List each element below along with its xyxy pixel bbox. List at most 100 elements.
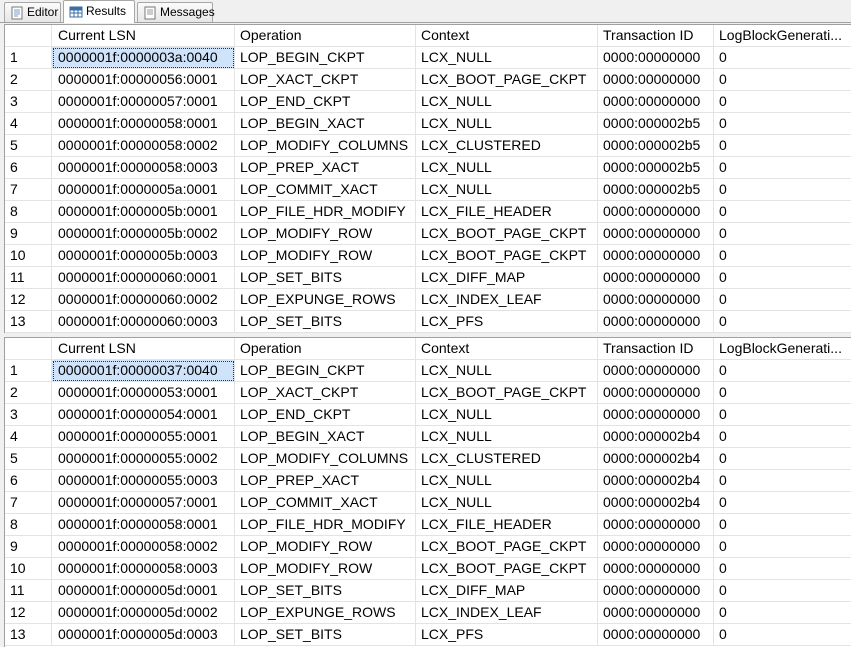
column-header[interactable]: Transaction ID (598, 25, 714, 47)
table-row[interactable]: 2 0000001f:00000056:0001 LOP_XACT_CKPT LCX_… (5, 69, 851, 91)
row-number[interactable]: 4 (5, 113, 52, 135)
table-row[interactable]: 12 0000001f:0000005d:0002 LOP_EXPUNGE_ROWS… (5, 602, 851, 624)
grid-cell[interactable]: LOP_COMMIT_XACT (235, 492, 416, 514)
grid-cell[interactable]: LOP_SET_BITS (235, 311, 416, 333)
grid-cell[interactable]: LCX_PFS (416, 624, 598, 646)
grid-cell[interactable]: 0 (714, 404, 851, 426)
grid-cell[interactable]: 0000001f:00000055:0002 (52, 448, 235, 470)
grid-cell[interactable]: 0000:00000000 (598, 223, 714, 245)
grid-cell[interactable]: LCX_NULL (416, 492, 598, 514)
grid-cell[interactable]: LOP_SET_BITS (235, 580, 416, 602)
row-number[interactable]: 5 (5, 448, 52, 470)
grid-cell[interactable]: 0 (714, 91, 851, 113)
grid-cell[interactable]: 0000001f:00000057:0001 (52, 492, 235, 514)
row-number[interactable]: 10 (5, 245, 52, 267)
grid-cell[interactable]: 0000:000002b5 (598, 179, 714, 201)
grid-cell[interactable]: 0000:00000000 (598, 360, 714, 382)
row-number[interactable]: 7 (5, 179, 52, 201)
grid-cell[interactable]: LCX_NULL (416, 404, 598, 426)
table-row[interactable]: 9 0000001f:0000005b:0002 LOP_MODIFY_ROW LCX… (5, 223, 851, 245)
grid-cell[interactable]: LOP_MODIFY_COLUMNS (235, 448, 416, 470)
grid-cell[interactable]: LOP_MODIFY_ROW (235, 245, 416, 267)
grid-cell[interactable]: LCX_BOOT_PAGE_CKPT (416, 223, 598, 245)
grid-cell[interactable]: 0000001f:00000058:0002 (52, 135, 235, 157)
table-row[interactable]: 4 0000001f:00000058:0001 LOP_BEGIN_XACT LCX… (5, 113, 851, 135)
grid-corner-cell[interactable] (5, 338, 52, 360)
grid-cell[interactable]: 0000001f:00000060:0001 (52, 267, 235, 289)
grid-cell[interactable]: 0 (714, 558, 851, 580)
grid-cell[interactable]: LCX_NULL (416, 360, 598, 382)
grid-cell[interactable]: LOP_EXPUNGE_ROWS (235, 602, 416, 624)
grid-cell[interactable]: 0 (714, 382, 851, 404)
grid-cell[interactable]: 0000001f:00000055:0003 (52, 470, 235, 492)
table-row[interactable]: 4 0000001f:00000055:0001 LOP_BEGIN_XACT LCX… (5, 426, 851, 448)
grid-cell[interactable]: 0000:00000000 (598, 289, 714, 311)
table-row[interactable]: 12 0000001f:00000060:0002 LOP_EXPUNGE_ROWS… (5, 289, 851, 311)
grid-cell[interactable]: 0 (714, 201, 851, 223)
grid-cell[interactable]: 0000001f:00000053:0001 (52, 382, 235, 404)
column-header[interactable]: Transaction ID (598, 338, 714, 360)
grid-cell[interactable]: 0000:00000000 (598, 311, 714, 333)
grid-cell[interactable]: LOP_XACT_CKPT (235, 69, 416, 91)
grid-cell[interactable]: 0 (714, 602, 851, 624)
grid-cell[interactable]: 0000:000002b5 (598, 157, 714, 179)
grid-cell[interactable]: LOP_SET_BITS (235, 624, 416, 646)
grid-cell[interactable]: LOP_MODIFY_COLUMNS (235, 135, 416, 157)
grid-cell[interactable]: 0 (714, 536, 851, 558)
grid-cell[interactable]: LCX_NULL (416, 47, 598, 69)
row-number[interactable]: 6 (5, 470, 52, 492)
grid-cell[interactable]: 0000:000002b4 (598, 492, 714, 514)
grid-cell[interactable]: 0000:00000000 (598, 91, 714, 113)
grid-cell[interactable]: 0000:00000000 (598, 602, 714, 624)
grid-cell[interactable]: 0 (714, 47, 851, 69)
grid-cell[interactable]: 0 (714, 113, 851, 135)
column-header[interactable]: LogBlockGenerati... (714, 338, 851, 360)
grid-cell[interactable]: LCX_NULL (416, 113, 598, 135)
grid-cell[interactable]: LCX_FILE_HEADER (416, 201, 598, 223)
column-header[interactable]: Context (416, 25, 598, 47)
grid-cell[interactable]: 0000:00000000 (598, 536, 714, 558)
table-row[interactable]: 10 0000001f:00000058:0003 LOP_MODIFY_ROW LC… (5, 558, 851, 580)
grid-cell[interactable]: 0 (714, 624, 851, 646)
grid-cell[interactable]: LCX_BOOT_PAGE_CKPT (416, 245, 598, 267)
grid-cell[interactable]: LOP_END_CKPT (235, 404, 416, 426)
results-grid-2[interactable]: Current LSN Operation Context Transaction I… (4, 337, 851, 647)
row-number[interactable]: 8 (5, 514, 52, 536)
grid-cell[interactable]: LOP_COMMIT_XACT (235, 179, 416, 201)
column-header[interactable]: Current LSN (52, 338, 235, 360)
row-number[interactable]: 5 (5, 135, 52, 157)
row-number[interactable]: 13 (5, 624, 52, 646)
grid-cell[interactable]: 0 (714, 289, 851, 311)
grid-cell[interactable]: LOP_BEGIN_CKPT (235, 47, 416, 69)
grid-cell[interactable]: 0 (714, 448, 851, 470)
grid-cell[interactable]: 0 (714, 267, 851, 289)
grid-cell[interactable]: 0000:00000000 (598, 580, 714, 602)
grid-corner-cell[interactable] (5, 25, 52, 47)
grid-cell[interactable]: 0000001f:0000003a:0040 (52, 47, 235, 69)
grid-cell[interactable]: 0 (714, 245, 851, 267)
grid-cell[interactable]: LCX_NULL (416, 157, 598, 179)
grid-cell[interactable]: 0000:00000000 (598, 624, 714, 646)
grid-cell[interactable]: 0 (714, 426, 851, 448)
grid-cell[interactable]: LOP_PREP_XACT (235, 157, 416, 179)
row-number[interactable]: 2 (5, 382, 52, 404)
grid-cell[interactable]: 0000:000002b5 (598, 113, 714, 135)
grid-cell[interactable]: LOP_BEGIN_XACT (235, 426, 416, 448)
grid-cell[interactable]: LOP_PREP_XACT (235, 470, 416, 492)
tab-messages[interactable]: Messages (137, 2, 215, 22)
grid-cell[interactable]: LCX_PFS (416, 311, 598, 333)
grid-cell[interactable]: 0000:00000000 (598, 267, 714, 289)
grid-cell[interactable]: LOP_END_CKPT (235, 91, 416, 113)
row-number[interactable]: 1 (5, 47, 52, 69)
grid-cell[interactable]: 0 (714, 470, 851, 492)
grid-cell[interactable]: 0000001f:0000005b:0003 (52, 245, 235, 267)
grid-cell[interactable]: LCX_CLUSTERED (416, 135, 598, 157)
table-row[interactable]: 8 0000001f:0000005b:0001 LOP_FILE_HDR_MODI… (5, 201, 851, 223)
grid-cell[interactable]: 0000:000002b4 (598, 448, 714, 470)
table-row[interactable]: 3 0000001f:00000057:0001 LOP_END_CKPT LCX_N… (5, 91, 851, 113)
table-row[interactable]: 2 0000001f:00000053:0001 LOP_XACT_CKPT LCX_… (5, 382, 851, 404)
grid-cell[interactable]: 0000001f:00000058:0003 (52, 157, 235, 179)
table-row[interactable]: 10 0000001f:0000005b:0003 LOP_MODIFY_ROW LC… (5, 245, 851, 267)
grid-cell[interactable]: 0000001f:00000058:0001 (52, 514, 235, 536)
grid-cell[interactable]: LCX_BOOT_PAGE_CKPT (416, 536, 598, 558)
